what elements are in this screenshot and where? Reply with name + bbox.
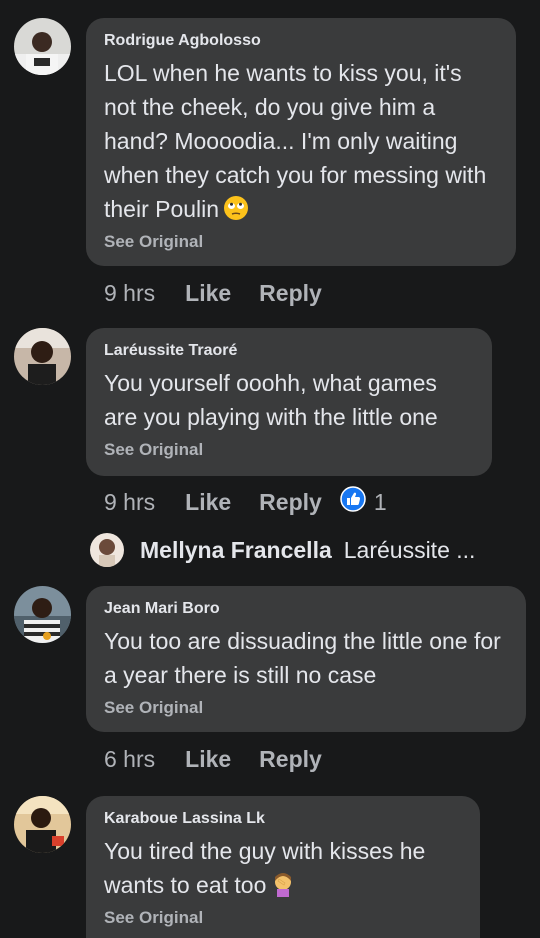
avatar[interactable] [14, 586, 71, 643]
comment-actions: 6 hrs Like Reply [104, 744, 322, 774]
reply-snippet: Laréussite ... [343, 536, 476, 563]
reaction-count: 1 [373, 488, 387, 515]
comment-bubble: Laréussite Traoré You yourself ooohh, wh… [86, 328, 492, 476]
comments-page: Rodrigue Agbolosso LOL when he wants to … [0, 0, 540, 938]
comment-text: You tired the guy with kisses he wants t… [104, 838, 426, 898]
like-reaction-icon [340, 486, 366, 518]
face-with-rolling-eyes-emoji-icon [223, 195, 249, 221]
see-original-link[interactable]: See Original [104, 698, 508, 718]
comment-text: You too are dissuading the little one fo… [104, 628, 501, 688]
comment-timestamp[interactable]: 6 hrs [104, 746, 155, 773]
see-original-link[interactable]: See Original [104, 440, 474, 460]
see-original-link[interactable]: See Original [104, 232, 498, 252]
avatar[interactable] [14, 328, 71, 385]
comment-author[interactable]: Karaboue Lassina Lk [104, 810, 462, 828]
avatar[interactable] [14, 18, 71, 75]
see-original-link[interactable]: See Original [104, 908, 462, 928]
comment-author[interactable]: Laréussite Traoré [104, 342, 474, 360]
comment-author[interactable]: Rodrigue Agbolosso [104, 32, 498, 50]
comment-bubble: Karaboue Lassina Lk You tired the guy wi… [86, 796, 480, 938]
comment-bubble: Rodrigue Agbolosso LOL when he wants to … [86, 18, 516, 266]
reply-button[interactable]: Reply [259, 280, 322, 307]
comment-timestamp[interactable]: 9 hrs [104, 280, 155, 307]
avatar [90, 533, 124, 567]
like-button[interactable]: Like [185, 746, 231, 773]
like-button[interactable]: Like [185, 489, 231, 516]
comment-actions: 9 hrs Like Reply [104, 278, 322, 308]
comment-text: LOL when he wants to kiss you, it's not … [104, 60, 487, 222]
woman-facepalming-emoji-icon [270, 871, 296, 897]
comment-actions: 9 hrs Like Reply 1 [104, 486, 387, 518]
reply-button[interactable]: Reply [259, 489, 322, 516]
comment-timestamp[interactable]: 9 hrs [104, 489, 155, 516]
comment-text: You yourself ooohh, what games are you p… [104, 370, 438, 430]
reaction-summary[interactable]: 1 [340, 486, 387, 518]
reply-author: Mellyna Francella [140, 536, 332, 563]
comment-bubble: Jean Mari Boro You too are dissuading th… [86, 586, 526, 732]
like-button[interactable]: Like [185, 280, 231, 307]
reply-button[interactable]: Reply [259, 746, 322, 773]
comment-author[interactable]: Jean Mari Boro [104, 600, 508, 618]
reply-preview[interactable]: Mellyna Francella Laréussite ... [90, 530, 475, 570]
avatar[interactable] [14, 796, 71, 853]
